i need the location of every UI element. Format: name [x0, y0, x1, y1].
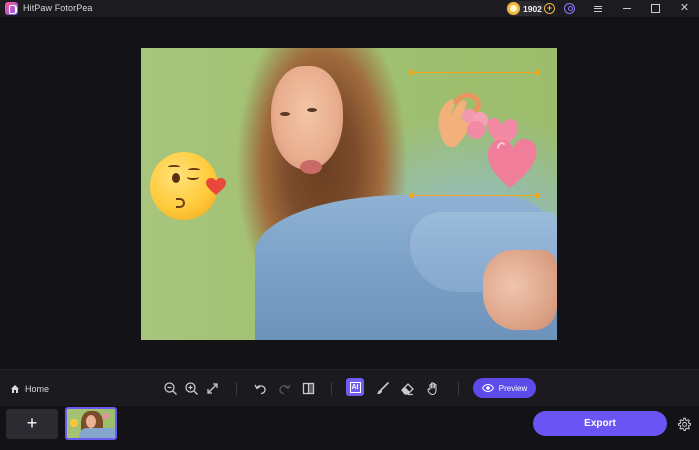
toolbar-divider — [331, 382, 332, 396]
kiss-heart-icon — [206, 178, 226, 195]
toolbar-divider — [236, 382, 237, 396]
redo-icon[interactable] — [277, 381, 292, 396]
photo-subject-eye — [280, 112, 290, 116]
zoom-in-icon[interactable] — [184, 381, 199, 396]
emoji-wink — [187, 174, 199, 180]
minimize-icon[interactable] — [620, 2, 633, 15]
photo-subject-face — [271, 66, 343, 170]
thumbnail-heart — [103, 413, 109, 419]
photo-subject-eye — [307, 108, 317, 112]
eraser-icon[interactable] — [400, 381, 415, 396]
add-image-button[interactable]: + — [6, 409, 58, 439]
photo-subject-hand — [483, 250, 557, 330]
fit-screen-icon[interactable] — [205, 381, 220, 396]
undo-icon[interactable] — [253, 381, 268, 396]
coin-balance[interactable]: 1902 — [506, 1, 545, 16]
compare-icon[interactable] — [301, 381, 316, 396]
thumbnail-face — [86, 415, 96, 428]
sticker-selection-box[interactable] — [411, 72, 538, 196]
coin-count: 1902 — [523, 3, 542, 14]
ai-tool-button[interactable]: AI — [346, 378, 364, 396]
title-bar: HitPaw FotorPea 1902 + ✕ — [0, 0, 699, 17]
home-label: Home — [25, 384, 50, 394]
export-button[interactable]: Export — [533, 411, 667, 436]
preview-button[interactable]: Preview — [473, 378, 536, 398]
add-coin-icon[interactable]: + — [544, 3, 555, 14]
maximize-icon[interactable] — [649, 2, 662, 15]
close-icon[interactable]: ✕ — [678, 2, 691, 15]
home-button[interactable]: Home — [10, 382, 49, 396]
resize-handle[interactable] — [535, 70, 540, 75]
app-logo — [5, 2, 18, 15]
toolbar-divider — [458, 382, 459, 396]
thumbnail-jacket — [79, 428, 115, 438]
emoji-eye — [172, 173, 180, 183]
settings-icon[interactable] — [677, 417, 691, 431]
resize-handle[interactable] — [409, 193, 414, 198]
user-icon[interactable] — [564, 3, 575, 14]
preview-label: Preview — [498, 383, 528, 393]
photo-subject-lips — [300, 160, 322, 174]
home-icon — [11, 385, 19, 393]
app-title: HitPaw FotorPea — [23, 3, 93, 13]
menu-icon[interactable] — [591, 2, 604, 15]
thumbnail-emoji — [70, 419, 78, 427]
resize-handle[interactable] — [409, 70, 414, 75]
resize-handle[interactable] — [535, 193, 540, 198]
hand-icon[interactable] — [426, 381, 441, 396]
emoji-brow — [188, 168, 200, 171]
eye-icon — [481, 384, 494, 392]
emoji-brow — [168, 165, 180, 168]
brush-icon[interactable] — [375, 381, 390, 396]
zoom-out-icon[interactable] — [163, 381, 178, 396]
ai-icon: AI — [349, 381, 361, 393]
image-thumbnail[interactable] — [65, 407, 117, 440]
coin-icon — [507, 2, 520, 15]
emoji-mouth — [176, 198, 185, 208]
